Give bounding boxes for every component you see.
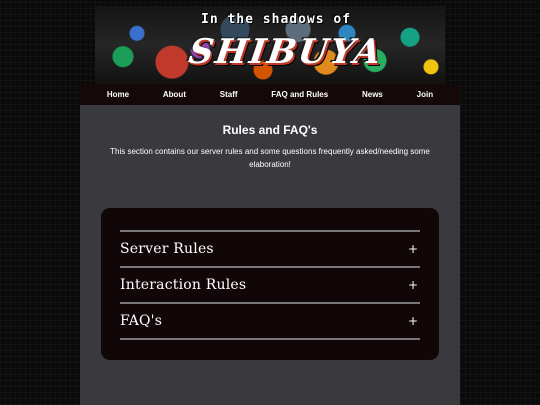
nav-home[interactable]: Home: [107, 90, 129, 99]
page-description: This section contains our server rules a…: [110, 147, 430, 169]
nav-faq-and-rules[interactable]: FAQ and Rules: [271, 90, 328, 99]
nav-join[interactable]: Join: [417, 90, 433, 99]
plus-icon[interactable]: +: [408, 242, 418, 256]
plus-icon[interactable]: +: [408, 278, 418, 292]
accordion-label: Interaction Rules: [120, 277, 247, 293]
banner-subtitle: In the shadows of: [201, 12, 352, 27]
accordion-item-server-rules[interactable]: Server Rules +: [120, 232, 420, 266]
main-nav: Home About Staff FAQ and Rules News Join: [80, 84, 460, 105]
page-title: Rules and FAQ's: [222, 123, 318, 137]
accordion-item-faqs[interactable]: FAQ's +: [120, 304, 420, 338]
nav-staff[interactable]: Staff: [220, 90, 238, 99]
divider: [120, 338, 420, 340]
plus-icon[interactable]: +: [408, 314, 418, 328]
rules-accordion: Server Rules + Interaction Rules + FAQ's…: [101, 208, 439, 360]
nav-about[interactable]: About: [163, 90, 186, 99]
accordion-label: Server Rules: [120, 241, 214, 257]
site-banner: In the shadows of SHIBUYA: [95, 6, 445, 84]
content-panel: Rules and FAQ's This section contains ou…: [80, 105, 460, 405]
nav-news[interactable]: News: [362, 90, 383, 99]
accordion-item-interaction-rules[interactable]: Interaction Rules +: [120, 268, 420, 302]
accordion-label: FAQ's: [120, 313, 163, 329]
banner-logo-title: SHIBUYA: [186, 32, 386, 72]
